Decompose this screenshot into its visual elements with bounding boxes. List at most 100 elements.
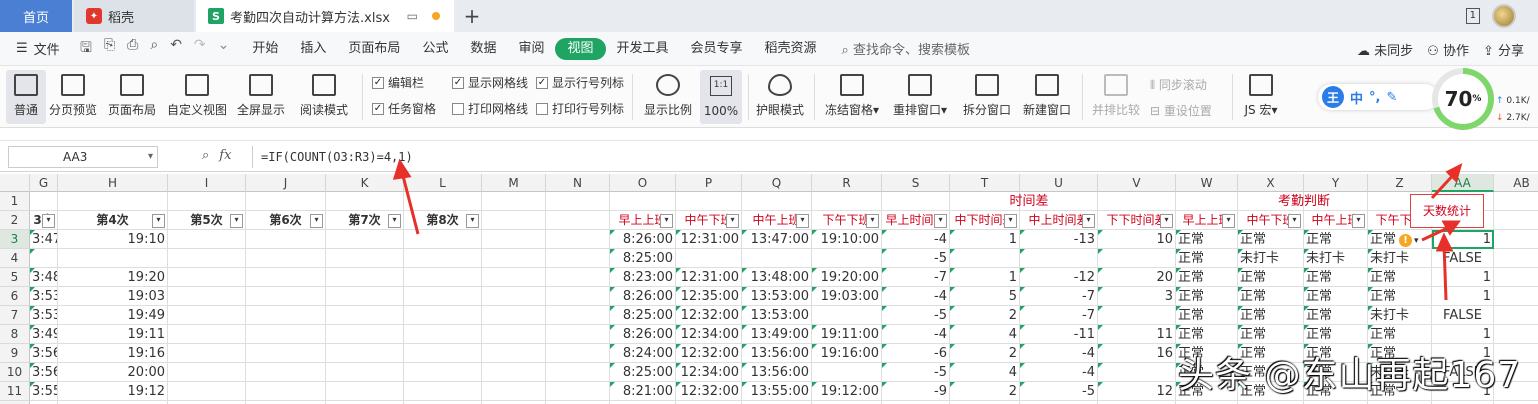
cell-p10[interactable]: 12:34:00 [676, 363, 742, 382]
cell-l6[interactable] [404, 287, 482, 306]
cell-m9[interactable] [482, 344, 546, 363]
row-header[interactable]: 6 [0, 287, 30, 306]
cell-n2[interactable] [546, 211, 610, 230]
cell-l8[interactable] [404, 325, 482, 344]
cell-l4[interactable] [404, 249, 482, 268]
cell-i7[interactable] [168, 306, 246, 325]
cell-v7[interactable] [1098, 306, 1176, 325]
column-header-m[interactable]: M [482, 174, 546, 192]
cell-q1[interactable] [742, 192, 812, 211]
cell-h9[interactable]: 19:16 [58, 344, 168, 363]
cell-v2[interactable]: 下下时间差 [1098, 211, 1176, 230]
cell-x2[interactable]: 中午下班 [1238, 211, 1304, 230]
cell-t6[interactable]: 5 [950, 287, 1020, 306]
split-window-button[interactable]: 拆分窗口 [958, 70, 1016, 124]
cell-x7[interactable]: 正常 [1238, 306, 1304, 325]
column-header-g[interactable]: G [30, 174, 58, 192]
cell-r4[interactable] [812, 249, 882, 268]
column-header-j[interactable]: J [246, 174, 326, 192]
row-header[interactable]: 8 [0, 325, 30, 344]
cell-i8[interactable] [168, 325, 246, 344]
cell-ab7[interactable] [1494, 306, 1538, 325]
cell-x6[interactable]: 正常 [1238, 287, 1304, 306]
cell-u3[interactable]: -13 [1020, 230, 1098, 249]
cell-k6[interactable] [326, 287, 404, 306]
cell-t4[interactable] [950, 249, 1020, 268]
new-tab-button[interactable]: + [460, 0, 484, 32]
ime-toolbar[interactable]: 王 中 °, ✎ [1318, 84, 1438, 110]
cell-y4[interactable]: 未打卡 [1304, 249, 1368, 268]
cell-k2[interactable]: 第7次 [326, 211, 404, 230]
cell-h2[interactable]: 第4次 [58, 211, 168, 230]
memory-gauge[interactable]: 70% [1432, 68, 1494, 130]
zoom-ratio-button[interactable]: 显示比例 [640, 70, 696, 124]
menu-formula[interactable]: 公式 [411, 38, 459, 60]
cell-l9[interactable] [404, 344, 482, 363]
cell-r1[interactable] [812, 192, 882, 211]
cell-t3[interactable]: 1 [950, 230, 1020, 249]
name-box[interactable]: AA3 [8, 146, 158, 168]
cell-v11[interactable]: 12 [1098, 382, 1176, 401]
checkbox[interactable] [372, 102, 384, 115]
cell-q9[interactable]: 13:56:00 [742, 344, 812, 363]
fx-icon[interactable]: fx [219, 148, 231, 163]
cell-k11[interactable] [326, 382, 404, 401]
column-header-q[interactable]: Q [742, 174, 812, 192]
checkbox[interactable] [536, 76, 548, 89]
cell-g2[interactable]: 3次 [30, 211, 58, 230]
cell-aa3[interactable]: 1 [1432, 230, 1494, 249]
cell-o2[interactable]: 早上上班 [610, 211, 676, 230]
side-by-side-button[interactable]: 并排比较 [1088, 70, 1144, 124]
page-layout-button[interactable]: 页面布局 [104, 70, 160, 124]
row-header[interactable]: 7 [0, 306, 30, 325]
cell-n11[interactable] [546, 382, 610, 401]
column-header-h[interactable]: H [58, 174, 168, 192]
cell-s9[interactable]: -6 [882, 344, 950, 363]
reading-mode-button[interactable]: 阅读模式 [292, 70, 356, 124]
cell-n8[interactable] [546, 325, 610, 344]
cell-s8[interactable]: -4 [882, 325, 950, 344]
cell-y5[interactable]: 正常 [1304, 268, 1368, 287]
custom-view-button[interactable]: 自定义视图 [164, 70, 230, 124]
check-formula-bar[interactable]: 编辑栏 [372, 74, 424, 91]
cell-w2[interactable]: 早上上班 [1176, 211, 1238, 230]
cell-j8[interactable] [246, 325, 326, 344]
cell-k9[interactable] [326, 344, 404, 363]
cell-n5[interactable] [546, 268, 610, 287]
column-header-u[interactable]: U [1020, 174, 1098, 192]
warning-icon[interactable]: ! [1399, 234, 1413, 247]
cell-s4[interactable]: -5 [882, 249, 950, 268]
cell-t10[interactable]: 4 [950, 363, 1020, 382]
cell-p5[interactable]: 12:31:00 [676, 268, 742, 287]
cell-m11[interactable] [482, 382, 546, 401]
cell-r8[interactable]: 19:11:00 [812, 325, 882, 344]
cell-g1[interactable] [30, 192, 58, 211]
cell-u9[interactable]: -4 [1020, 344, 1098, 363]
menu-dev-tools[interactable]: 开发工具 [606, 38, 680, 60]
menu-daoke-resources[interactable]: 稻壳资源 [754, 38, 828, 60]
row-header[interactable]: 5 [0, 268, 30, 287]
menu-member[interactable]: 会员专享 [680, 38, 754, 60]
cell-j4[interactable] [246, 249, 326, 268]
cell-q4[interactable] [742, 249, 812, 268]
cell-h10[interactable]: 20:00 [58, 363, 168, 382]
column-header-w[interactable]: W [1176, 174, 1238, 192]
cell-l7[interactable] [404, 306, 482, 325]
formula-input[interactable]: =IF(COUNT(O3:R3)=4,1) [252, 146, 413, 168]
cell-u10[interactable]: -4 [1020, 363, 1098, 382]
check-task-pane[interactable]: 任务窗格 [372, 100, 436, 117]
cell-w4[interactable]: 正常 [1176, 249, 1238, 268]
cell-n6[interactable] [546, 287, 610, 306]
cell-v5[interactable]: 20 [1098, 268, 1176, 287]
cell-m1[interactable] [482, 192, 546, 211]
cell-v3[interactable]: 10 [1098, 230, 1176, 249]
cell-h8[interactable]: 19:11 [58, 325, 168, 344]
cell-g10[interactable]: 3:56 [30, 363, 58, 382]
cell-k3[interactable] [326, 230, 404, 249]
cell-j3[interactable] [246, 230, 326, 249]
cell-m2[interactable] [482, 211, 546, 230]
column-header-y[interactable]: Y [1304, 174, 1368, 192]
cell-y7[interactable]: 正常 [1304, 306, 1368, 325]
menu-review[interactable]: 审阅 [507, 38, 555, 60]
cell-q7[interactable]: 13:53:00 [742, 306, 812, 325]
